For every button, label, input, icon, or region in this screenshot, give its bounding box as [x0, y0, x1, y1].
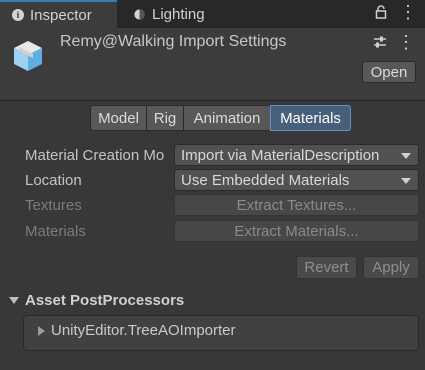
import-settings-header: Remy@Walking Import Settings ⋮ Open — [0, 28, 425, 101]
location-label: Location — [25, 171, 82, 189]
material-creation-mode-dropdown[interactable]: Import via MaterialDescription — [174, 144, 419, 166]
import-tabs: Model Rig Animation Materials — [90, 105, 351, 131]
location-value: Use Embedded Materials — [181, 171, 350, 189]
tab-animation[interactable]: Animation — [183, 105, 271, 131]
tab-materials[interactable]: Materials — [270, 105, 351, 131]
material-creation-mode-label: Material Creation Mo — [25, 146, 165, 164]
revert-button[interactable]: Revert — [296, 256, 357, 279]
header-actions: ⋮ — [373, 33, 415, 51]
postprocessor-name: UnityEditor.TreeAOImporter — [51, 322, 236, 339]
info-icon: i — [12, 9, 24, 21]
preset-sliders-icon[interactable] — [373, 35, 387, 49]
foldout-expanded-icon — [9, 297, 19, 304]
location-dropdown[interactable]: Use Embedded Materials — [174, 169, 419, 191]
extract-materials-button[interactable]: Extract Materials... — [174, 220, 419, 242]
location-row: Location — [25, 169, 175, 191]
postprocessors-list: UnityEditor.TreeAOImporter — [23, 315, 419, 351]
tab-rig[interactable]: Rig — [146, 105, 184, 131]
header-menu-kebab-icon[interactable]: ⋮ — [397, 33, 415, 51]
lock-icon[interactable] — [375, 5, 387, 19]
editor-tab-bar: i Inspector Lighting ⋮ — [0, 0, 425, 28]
tab-model[interactable]: Model — [90, 105, 147, 131]
asset-postprocessors-foldout[interactable]: Asset PostProcessors — [9, 292, 184, 309]
chevron-down-icon — [401, 178, 411, 184]
tab-inspector[interactable]: i Inspector — [0, 0, 117, 28]
chevron-down-icon — [401, 153, 411, 159]
extract-textures-button[interactable]: Extract Textures... — [174, 194, 419, 216]
textures-label: Textures — [25, 196, 82, 214]
tab-lighting-label: Lighting — [152, 5, 205, 23]
page-title: Remy@Walking Import Settings — [60, 33, 287, 50]
asset-postprocessors-title: Asset PostProcessors — [25, 292, 185, 309]
materials-row: Materials — [25, 220, 175, 242]
tab-actions: ⋮ — [375, 3, 417, 21]
material-creation-mode-value: Import via MaterialDescription — [181, 146, 380, 164]
model-asset-icon — [14, 41, 42, 71]
tab-inspector-label: Inspector — [30, 6, 92, 24]
material-creation-mode-row: Material Creation Mo — [25, 144, 175, 166]
open-button[interactable]: Open — [362, 61, 416, 83]
tab-menu-kebab-icon[interactable]: ⋮ — [399, 3, 417, 21]
materials-label: Materials — [25, 222, 86, 240]
apply-button[interactable]: Apply — [363, 256, 419, 279]
tab-lighting[interactable]: Lighting — [131, 0, 205, 28]
list-item[interactable]: UnityEditor.TreeAOImporter — [38, 322, 236, 339]
textures-row: Textures — [25, 194, 175, 216]
foldout-collapsed-icon — [38, 325, 45, 336]
lighting-icon — [134, 8, 145, 20]
